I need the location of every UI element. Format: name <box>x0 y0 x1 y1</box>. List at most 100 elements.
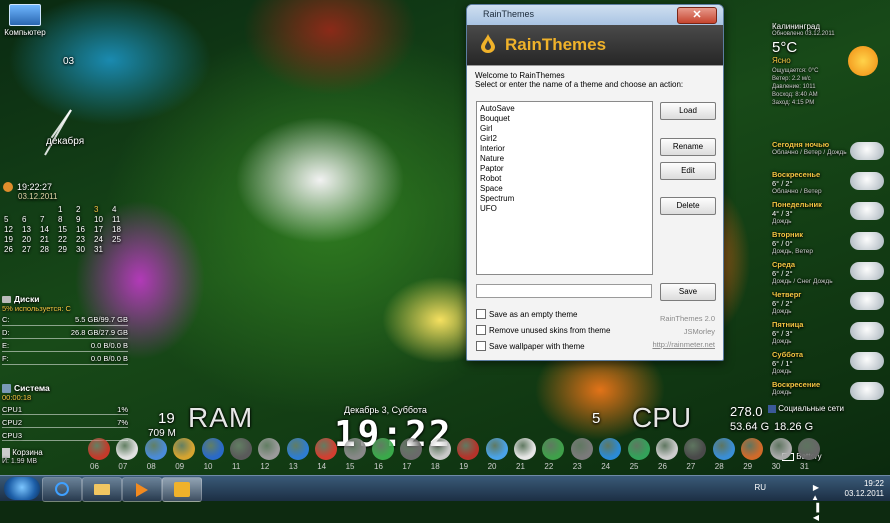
dock-app-icon[interactable] <box>343 438 366 460</box>
delete-button[interactable]: Delete <box>660 197 716 215</box>
tray-time[interactable]: 19:22 <box>845 479 884 489</box>
theme-list-item[interactable]: Robot <box>480 174 649 184</box>
dock-app-icon[interactable] <box>627 438 650 460</box>
computer-icon <box>9 4 41 26</box>
theme-list-item[interactable]: Interior <box>480 144 649 154</box>
calendar-day: 6 <box>22 215 27 224</box>
author-text: JSMorley <box>683 327 715 336</box>
save-empty-theme-checkbox[interactable]: Save as an empty theme <box>476 309 578 319</box>
disk-row: F: 0.0 B/0.0 B <box>2 354 128 365</box>
dock-app-icon[interactable] <box>116 438 139 460</box>
weather-widget: Калининград Обновлено 03.12.2011 5°C Ясн… <box>772 22 890 400</box>
recycle-bin-widget[interactable]: Корзина И: 1.99 MB <box>2 448 43 465</box>
dock-app-icon[interactable] <box>684 438 707 460</box>
dock-app-icon[interactable] <box>656 438 678 460</box>
taskbar-item-rainthemes[interactable] <box>162 477 202 502</box>
checkbox-box[interactable] <box>476 341 486 351</box>
tray-icons[interactable]: ▶ ▲ ▐ ◀ <box>811 483 822 523</box>
start-button[interactable] <box>4 477 40 500</box>
weather-sun-icon <box>848 46 878 76</box>
dock-app-icon[interactable] <box>173 438 196 460</box>
taskbar-item-explorer[interactable] <box>82 477 122 502</box>
calendar-day: 16 <box>76 225 85 234</box>
clock-month-label: декабря <box>46 136 85 147</box>
theme-list-item[interactable]: Girl2 <box>480 134 649 144</box>
forecast-day: Суббота 6° / 1° Дождь <box>772 350 890 375</box>
dock-app-icon[interactable] <box>798 438 820 460</box>
dock-app-icon[interactable] <box>400 438 423 460</box>
dock-app-icon[interactable] <box>88 438 110 460</box>
dock-day-number: 13 <box>288 462 298 471</box>
ram-label: RAM <box>188 402 254 433</box>
dock-app-icon[interactable] <box>712 438 735 460</box>
theme-list[interactable]: AutoSave Bouquet Girl Girl2 Interior Nat… <box>476 101 653 275</box>
dock-app-icon[interactable] <box>428 438 451 460</box>
calendar-day: 5 <box>4 215 9 224</box>
calendar-day: 3 <box>94 205 99 214</box>
dock-app-icon[interactable] <box>741 438 764 460</box>
rainmeter-link[interactable]: http://rainmeter.net <box>652 338 715 351</box>
save-wallpaper-checkbox[interactable]: Save wallpaper with theme <box>476 341 585 351</box>
calendar-time: 19:22:27 <box>17 182 53 192</box>
weather-detail: Восход: 8:40 AM <box>772 92 818 98</box>
dock-app-icon[interactable] <box>258 438 281 460</box>
dock-app-icon[interactable] <box>315 438 338 460</box>
theme-list-item[interactable]: AutoSave <box>480 104 649 114</box>
rain-cloud-icon <box>850 292 884 310</box>
dock-app-icon[interactable] <box>286 438 309 460</box>
dock-app-icon[interactable] <box>599 438 622 460</box>
dock-app-icon[interactable] <box>457 438 480 460</box>
dock-app-icon[interactable] <box>570 438 593 460</box>
tray-date[interactable]: 03.12.2011 <box>845 489 884 499</box>
cpu-label: CPU <box>632 402 692 433</box>
dock-app-icon[interactable] <box>542 438 565 460</box>
disk-row: E: 0.0 B/0.0 B <box>2 341 128 352</box>
dock-app-icon[interactable] <box>485 438 508 460</box>
dock-app-icon[interactable] <box>514 438 536 460</box>
theme-list-item[interactable]: Bouquet <box>480 114 649 124</box>
right-value-3: 18.26 G <box>774 421 814 433</box>
recycle-bin-label: Корзина <box>12 448 43 458</box>
theme-list-item[interactable]: Nature <box>480 154 649 164</box>
rename-button[interactable]: Rename <box>660 138 716 156</box>
taskbar-item-media[interactable] <box>122 477 162 502</box>
rain-cloud-icon <box>850 262 884 280</box>
rain-cloud-icon <box>850 172 884 190</box>
dock-day-number: 28 <box>714 462 724 471</box>
dock-day-number: 25 <box>629 462 639 471</box>
calendar-grid: 1 2 3 4 5 6 7 8 9 10 11 12 13 14 15 16 17 18 19 20 21 22 23 24 2… <box>4 205 130 254</box>
checkbox-box[interactable] <box>476 309 486 319</box>
edit-button[interactable]: Edit <box>660 162 716 180</box>
remove-unused-skins-checkbox[interactable]: Remove unused skins from theme <box>476 325 610 335</box>
welcome-text: Welcome to RainThemes <box>475 71 565 80</box>
theme-list-item[interactable]: UFO <box>480 204 649 214</box>
dialog-header: RainThemes <box>467 25 723 66</box>
calendar-day: 17 <box>94 225 103 234</box>
dock-app-icon[interactable] <box>230 438 252 460</box>
load-button[interactable]: Load <box>660 102 716 120</box>
theme-name-input[interactable] <box>476 284 652 298</box>
dialog-titlebar[interactable]: RainThemes ✕ <box>467 5 723 25</box>
theme-list-item[interactable]: Space <box>480 184 649 194</box>
language-indicator[interactable]: RU <box>754 483 766 493</box>
theme-list-item[interactable]: Spectrum <box>480 194 649 204</box>
forecast-day: Вторник 6° / 0° Дождь, Ветер <box>772 230 890 255</box>
dock-day-number: 30 <box>771 462 781 471</box>
clock-hour-12-label: 03 <box>63 56 75 67</box>
disks-widget: Диски 5% используется: C C: 5.5 GB/99.7 G… <box>2 294 128 365</box>
theme-list-item[interactable]: Girl <box>480 124 649 134</box>
dock-app-icon[interactable] <box>201 438 224 460</box>
save-button[interactable]: Save <box>660 283 716 301</box>
taskbar-item-ie[interactable] <box>42 477 82 502</box>
cpu-row: CPU1 1% <box>2 405 128 415</box>
dock-app-icon[interactable] <box>144 438 167 460</box>
theme-list-item[interactable]: Paptor <box>480 164 649 174</box>
dock-day-number: 17 <box>402 462 412 471</box>
dock-app-icon[interactable] <box>769 438 792 460</box>
social-networks-label[interactable]: Социальные сети <box>768 404 844 413</box>
checkbox-box[interactable] <box>476 325 486 335</box>
system-uptime: 00:00:18 <box>2 393 32 402</box>
dock-app-icon[interactable] <box>372 438 394 460</box>
close-button[interactable]: ✕ <box>677 7 717 24</box>
calendar-day: 25 <box>112 235 121 244</box>
